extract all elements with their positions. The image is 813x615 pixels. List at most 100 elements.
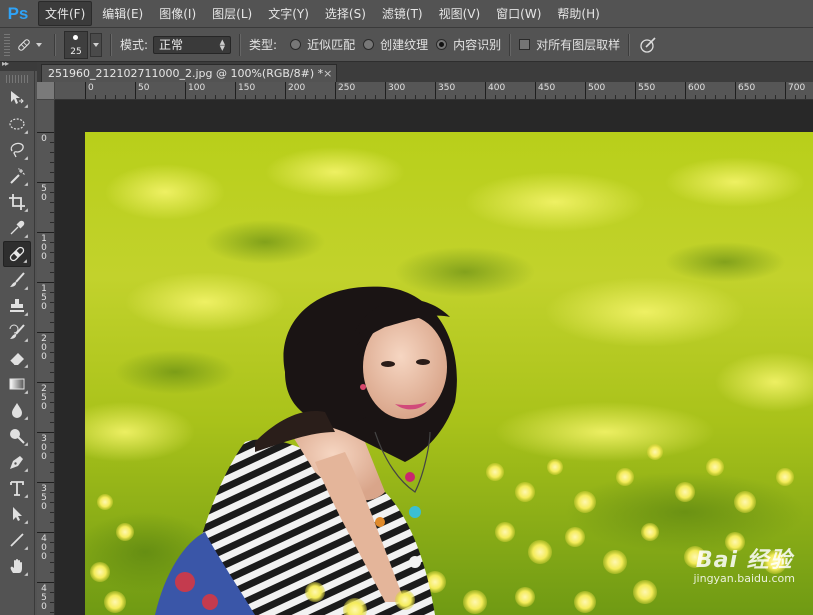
ruler-minor-tick bbox=[275, 95, 276, 99]
menu-help[interactable]: 帮助(H) bbox=[551, 2, 605, 25]
ruler-minor-tick bbox=[645, 95, 646, 99]
brush-size-picker[interactable]: 25 bbox=[64, 30, 88, 59]
ruler-minor-tick bbox=[50, 452, 54, 453]
menu-edit[interactable]: 编辑(E) bbox=[96, 2, 149, 25]
ruler-major-tick bbox=[37, 282, 54, 283]
ruler-minor-tick bbox=[425, 95, 426, 99]
eyedropper-tool[interactable] bbox=[3, 215, 31, 241]
hand-tool[interactable] bbox=[3, 553, 31, 579]
brush-tool[interactable] bbox=[3, 267, 31, 293]
brush-dropdown-button[interactable] bbox=[90, 32, 102, 57]
ruler-minor-tick bbox=[345, 95, 346, 99]
ruler-origin[interactable] bbox=[37, 82, 55, 100]
ruler-minor-tick bbox=[795, 95, 796, 99]
ruler-major-tick bbox=[535, 82, 536, 99]
ruler-minor-tick bbox=[50, 322, 54, 323]
ruler-minor-tick bbox=[195, 95, 196, 99]
radio-content-aware[interactable] bbox=[436, 39, 448, 50]
updown-arrows-icon: ▲ ▼ bbox=[219, 37, 226, 52]
horizontal-ruler[interactable]: 0 50 100 150 200 250 300 350 400 450 500 550 600 650 7… bbox=[55, 82, 813, 100]
ruler-minor-tick bbox=[695, 95, 696, 99]
radio-proximity-match[interactable] bbox=[290, 39, 302, 50]
radio-create-texture[interactable] bbox=[363, 39, 375, 50]
pressure-size-icon[interactable] bbox=[638, 35, 658, 55]
ruler-minor-tick bbox=[50, 392, 54, 393]
ruler-minor-tick bbox=[50, 152, 54, 153]
mode-select[interactable]: 正常 ▲ ▼ bbox=[153, 35, 232, 54]
ruler-minor-tick bbox=[705, 95, 706, 99]
menu-image[interactable]: 图像(I) bbox=[153, 2, 202, 25]
ruler-major-tick bbox=[235, 82, 236, 99]
path-selection-tool[interactable] bbox=[3, 501, 31, 527]
type-label: 类型: bbox=[249, 38, 278, 52]
menu-layer[interactable]: 图层(L) bbox=[206, 2, 258, 25]
tool-preset-picker[interactable] bbox=[16, 33, 46, 57]
separator bbox=[628, 33, 631, 56]
create-texture-label: 创建纹理 bbox=[380, 38, 429, 52]
ruler-minor-tick bbox=[545, 95, 546, 99]
ruler-minor-tick bbox=[605, 95, 606, 99]
sample-all-layers-checkbox[interactable] bbox=[519, 39, 531, 50]
ruler-minor-tick bbox=[50, 602, 54, 603]
ruler-label: 2 5 0 bbox=[41, 384, 47, 412]
ruler-major-tick bbox=[37, 532, 54, 533]
ruler-label: 200 bbox=[288, 83, 306, 93]
ruler-minor-tick bbox=[215, 95, 216, 99]
ruler-minor-tick bbox=[50, 502, 54, 503]
gradient-tool[interactable] bbox=[3, 371, 31, 397]
ruler-label: 400 bbox=[488, 83, 506, 93]
ruler-minor-tick bbox=[315, 95, 316, 99]
menu-select[interactable]: 选择(S) bbox=[319, 2, 372, 25]
close-icon[interactable]: × bbox=[323, 67, 332, 80]
healing-brush-tool[interactable] bbox=[3, 241, 31, 267]
ruler-label: 600 bbox=[688, 83, 706, 93]
document-image[interactable]: Bai 经验 jingyan.baidu.com bbox=[85, 132, 813, 615]
history-brush-tool[interactable] bbox=[3, 319, 31, 345]
eraser-tool[interactable] bbox=[3, 345, 31, 371]
canvas-area[interactable]: Bai 经验 jingyan.baidu.com bbox=[55, 100, 813, 615]
crop-tool[interactable] bbox=[3, 189, 31, 215]
type-tool[interactable] bbox=[3, 475, 31, 501]
ruler-minor-tick bbox=[365, 95, 366, 99]
ruler-minor-tick bbox=[165, 95, 166, 99]
ruler-major-tick bbox=[37, 382, 54, 383]
vertical-ruler[interactable]: 0 5 0 1 0 0 1 5 0 2 0 0 2 5 0 3 0 0 3 5 0 4 0 0 4… bbox=[37, 100, 55, 615]
ruler-minor-tick bbox=[525, 95, 526, 99]
clone-stamp-tool[interactable] bbox=[3, 293, 31, 319]
ruler-label: 300 bbox=[388, 83, 406, 93]
ruler-major-tick bbox=[735, 82, 736, 99]
menu-file[interactable]: 文件(F) bbox=[38, 1, 93, 26]
dodge-tool[interactable] bbox=[3, 423, 31, 449]
menu-filter[interactable]: 滤镜(T) bbox=[376, 2, 429, 25]
ruler-minor-tick bbox=[50, 462, 54, 463]
blur-tool[interactable] bbox=[3, 397, 31, 423]
toolbox-collapse-bar[interactable]: ▸▸ bbox=[0, 59, 37, 71]
line-tool[interactable] bbox=[3, 527, 31, 553]
document-tab-strip: 251960_212102711000_2.jpg @ 100%(RGB/8#)… bbox=[37, 62, 813, 82]
ruler-minor-tick bbox=[415, 95, 416, 99]
chevron-down-icon bbox=[93, 42, 99, 47]
magic-wand-tool[interactable] bbox=[3, 163, 31, 189]
ruler-minor-tick bbox=[50, 312, 54, 313]
options-grip[interactable] bbox=[4, 33, 10, 56]
ruler-minor-tick bbox=[675, 95, 676, 99]
ruler-major-tick bbox=[37, 582, 54, 583]
ruler-minor-tick bbox=[50, 192, 54, 193]
menu-bar: Ps 文件(F) 编辑(E) 图像(I) 图层(L) 文字(Y) 选择(S) 滤… bbox=[0, 0, 813, 28]
lasso-tool[interactable] bbox=[3, 137, 31, 163]
marquee-tool[interactable] bbox=[3, 111, 31, 137]
ruler-label: 4 0 0 bbox=[41, 534, 47, 562]
ruler-minor-tick bbox=[805, 95, 806, 99]
toolbox-grip[interactable] bbox=[6, 75, 28, 83]
ruler-minor-tick bbox=[50, 402, 54, 403]
pen-tool[interactable] bbox=[3, 449, 31, 475]
menu-type[interactable]: 文字(Y) bbox=[262, 2, 315, 25]
brush-tip-icon bbox=[73, 34, 78, 40]
ruler-minor-tick bbox=[405, 95, 406, 99]
menu-window[interactable]: 窗口(W) bbox=[490, 2, 547, 25]
document-tab[interactable]: 251960_212102711000_2.jpg @ 100%(RGB/8#)… bbox=[41, 64, 337, 82]
menu-view[interactable]: 视图(V) bbox=[433, 2, 487, 25]
ruler-minor-tick bbox=[50, 372, 54, 373]
move-tool[interactable] bbox=[3, 85, 31, 111]
proximity-match-label: 近似匹配 bbox=[307, 38, 356, 52]
